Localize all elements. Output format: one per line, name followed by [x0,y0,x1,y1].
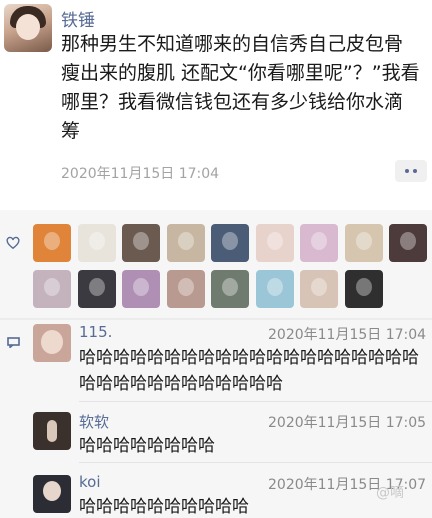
comment-time: 2020年11月15日 17:04 [268,327,427,343]
portrait-avatar[interactable] [166,270,205,308]
pink-avatar[interactable] [300,224,338,262]
commenter-name[interactable]: koi [79,473,101,491]
dark-avatar[interactable] [77,270,116,308]
girl-avatar-1[interactable] [33,270,71,308]
comment-separator [79,401,432,402]
red-dark-avatar[interactable] [389,224,427,262]
likes-panel [0,210,432,318]
comments-panel: 115. 2020年11月15日 17:04 哈哈哈哈哈哈哈哈哈哈哈哈哈哈哈哈哈… [0,320,432,518]
author-name[interactable]: 铁锤 [61,6,95,31]
author-avatar[interactable] [4,4,52,52]
landscape-avatar[interactable] [211,270,249,308]
commenter-avatar[interactable] [33,412,71,450]
heart-icon [6,236,20,250]
bw-avatar[interactable] [344,270,383,308]
comment-icon [7,337,20,348]
comment-time: 2020年11月15日 17:05 [268,415,427,431]
anime-avatar[interactable] [166,224,205,262]
selfie-avatar[interactable] [300,270,338,308]
moment-post: 铁锤 那种男生不知道哪来的自信秀自己皮包骨瘦出来的腹肌 还配文“你看哪里呢”？”… [0,0,432,210]
purple-avatar[interactable] [122,270,160,308]
commenter-avatar[interactable] [33,475,71,513]
comment-text: 哈哈哈哈哈哈哈哈哈哈哈哈哈哈哈哈哈哈哈哈哈哈哈哈哈哈哈哈哈哈哈哈 [79,348,419,394]
comment-text: 哈哈哈哈哈哈哈哈 [79,436,215,456]
post-text: 那种男生不知道哪来的自信秀自己皮包骨瘦出来的腹肌 还配文“你看哪里呢”？”我看哪… [61,33,420,142]
pumpkin-avatar[interactable] [33,224,71,262]
watermark: @嘀 [376,485,404,501]
more-dots-icon[interactable] [395,160,427,182]
commenter-name[interactable]: 软软 [79,411,109,432]
comment-text: 哈哈哈哈哈哈哈哈哈哈 [79,497,249,517]
plush-avatar[interactable] [344,224,383,262]
comment-separator [79,462,432,463]
scene-avatar[interactable] [211,224,249,262]
dark-photo-avatar[interactable] [122,224,160,262]
post-timestamp: 2020年11月15日 17:04 [61,166,220,182]
anime-girl-avatar[interactable] [255,224,294,262]
sketch-avatar[interactable] [77,224,116,262]
commenter-avatar[interactable] [33,324,71,362]
cartoon-avatar[interactable] [255,270,294,308]
commenter-name[interactable]: 115. [79,323,112,341]
